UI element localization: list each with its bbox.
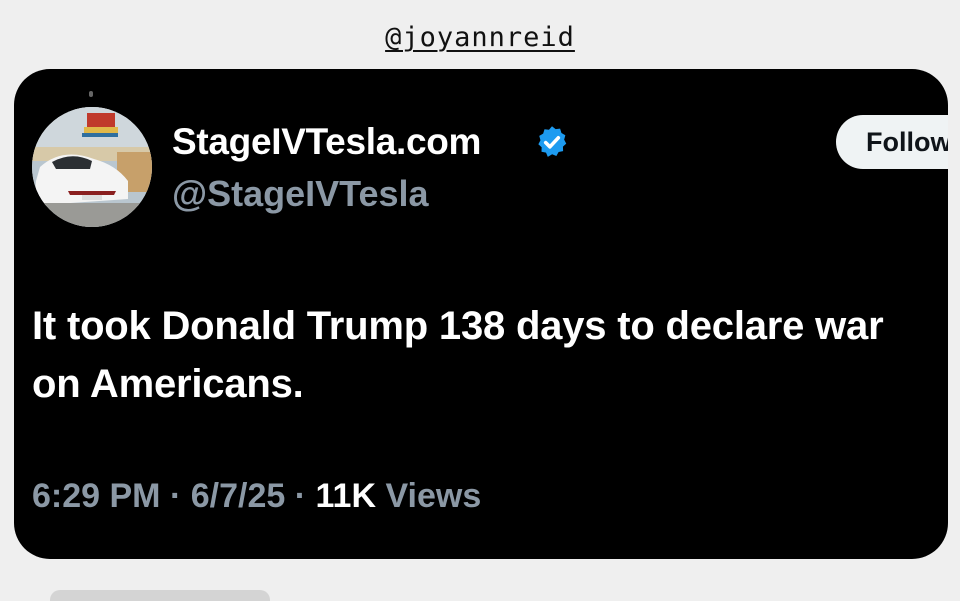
cropped-content-below (50, 590, 310, 601)
tweet-card: StageIVTesla.com @StageIVTesla Follow It… (14, 69, 948, 559)
tweet-date[interactable]: 6/7/25 (191, 477, 286, 515)
card-edge-mark (89, 91, 93, 97)
avatar-photo (32, 107, 152, 227)
follow-button[interactable]: Follow (836, 115, 948, 169)
tweet-time[interactable]: 6:29 PM (32, 477, 161, 515)
tweet-meta: 6:29 PM · 6/7/25 · 11K Views (32, 477, 481, 516)
verified-badge-icon (538, 126, 567, 157)
user-handle[interactable]: @StageIVTesla (172, 173, 429, 215)
views-count: 11K (315, 477, 377, 515)
credit-handle: @joyannreid (385, 22, 575, 53)
tweet-text: It took Donald Trump 138 days to declare… (32, 304, 884, 406)
views-label: Views (385, 477, 482, 515)
avatar[interactable] (32, 107, 152, 227)
display-name[interactable]: StageIVTesla.com (172, 121, 481, 163)
meta-separator: · (294, 477, 307, 515)
meta-separator: · (169, 477, 182, 515)
